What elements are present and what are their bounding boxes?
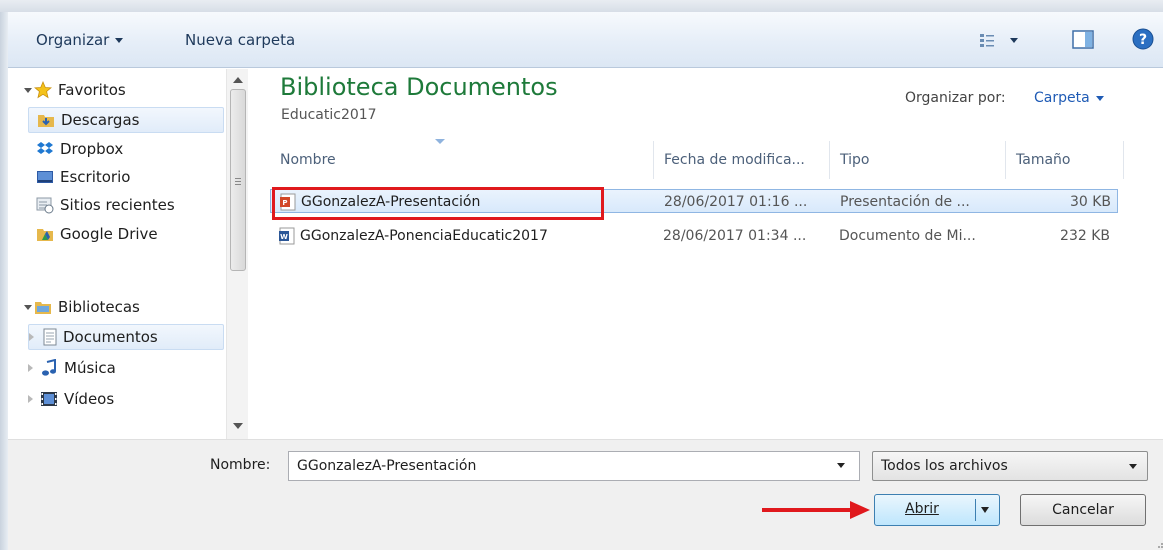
navigation-pane: Favoritos Descargas Dropbox Escritorio S… — [8, 69, 248, 439]
open-button[interactable]: Abrir — [874, 494, 1000, 526]
file-date: 28/06/2017 01:34 ... — [663, 228, 807, 244]
library-title: Biblioteca Documentos — [280, 73, 558, 101]
expand-triangle-icon — [28, 395, 33, 403]
open-file-dialog: Organizar Nueva carpeta ? Favoritos Desc… — [0, 0, 1163, 550]
command-bar: Organizar Nueva carpeta ? — [8, 12, 1163, 68]
grip-icon — [235, 178, 241, 179]
file-row[interactable]: W GGonzalezA-PonenciaEducatic2017 28/06/… — [270, 224, 1118, 248]
documents-icon — [43, 328, 57, 346]
svg-text:?: ? — [1139, 32, 1147, 48]
filename-label: Nombre: — [210, 457, 271, 473]
downloads-folder-icon — [38, 115, 54, 127]
libraries-icon — [35, 302, 51, 314]
help-button[interactable]: ? — [1132, 28, 1154, 50]
expand-triangle-icon — [28, 364, 33, 372]
nav-group-label: Bibliotecas — [58, 298, 140, 316]
dropbox-icon — [37, 142, 53, 154]
open-button-label: Abrir — [905, 501, 939, 517]
sidebar-item-musica[interactable]: Música — [8, 355, 223, 381]
file-type-filter[interactable]: Todos los archivos — [872, 451, 1148, 481]
dialog-footer: Nombre: GGonzalezA-Presentación Todos lo… — [8, 439, 1163, 550]
google-drive-icon — [37, 229, 53, 241]
collapse-triangle-icon — [24, 305, 32, 310]
sidebar-item-label: Documentos — [63, 328, 158, 346]
preview-pane-icon — [1072, 30, 1094, 49]
file-name: GGonzalezA-PonenciaEducatic2017 — [300, 228, 548, 244]
music-icon — [42, 359, 56, 376]
scroll-down-icon[interactable] — [233, 423, 243, 429]
annotation-arrow-icon — [762, 501, 870, 519]
file-date: 28/06/2017 01:16 ... — [664, 194, 808, 210]
file-size: 30 KB — [1069, 194, 1111, 210]
resize-grip-icon[interactable] — [1158, 540, 1163, 548]
svg-text:W: W — [280, 233, 288, 241]
column-headers: Nombre Fecha de modifica... Tipo Tamaño — [270, 141, 1150, 179]
sidebar-item-google-drive[interactable]: Google Drive — [8, 221, 223, 247]
view-options-button[interactable] — [978, 29, 1024, 51]
videos-icon — [41, 392, 57, 406]
sidebar-item-label: Escritorio — [60, 168, 131, 186]
file-list-pane: Biblioteca Documentos Educatic2017 Organ… — [250, 69, 1163, 439]
sidebar-item-dropbox[interactable]: Dropbox — [8, 136, 223, 162]
desktop-icon — [37, 171, 53, 183]
chevron-down-icon[interactable] — [837, 463, 845, 468]
chevron-down-icon — [1129, 464, 1137, 469]
sidebar-item-documentos[interactable]: Documentos — [28, 324, 224, 350]
sidebar-item-label: Descargas — [61, 111, 140, 129]
collapse-triangle-icon — [24, 88, 32, 93]
nav-scrollbar[interactable] — [226, 69, 248, 439]
sidebar-item-escritorio[interactable]: Escritorio — [8, 164, 223, 190]
organize-button[interactable]: Organizar — [36, 29, 124, 51]
sidebar-item-label: Música — [64, 359, 116, 377]
word-file-icon: W — [279, 227, 295, 245]
sidebar-item-sitios-recientes[interactable]: Sitios recientes — [8, 192, 223, 218]
arrange-by-value: Carpeta — [1034, 90, 1090, 106]
open-options-dropdown-icon[interactable] — [981, 507, 989, 513]
annotation-highlight-box — [272, 187, 604, 220]
column-header-tamano[interactable]: Tamaño — [1006, 141, 1124, 179]
library-subtitle: Educatic2017 — [281, 107, 377, 123]
organize-label: Organizar — [36, 31, 110, 49]
sidebar-item-label: Dropbox — [60, 140, 124, 158]
column-header-nombre[interactable]: Nombre — [270, 141, 654, 179]
nav-group-bibliotecas[interactable]: Bibliotecas — [8, 294, 223, 320]
star-icon — [34, 81, 52, 99]
nav-group-label: Favoritos — [58, 81, 126, 99]
split-button-divider — [975, 499, 976, 521]
recent-places-icon — [36, 197, 54, 214]
sidebar-item-descargas[interactable]: Descargas — [28, 107, 224, 133]
column-header-fecha[interactable]: Fecha de modifica... — [654, 141, 830, 179]
help-icon: ? — [1132, 28, 1154, 50]
sidebar-item-videos[interactable]: Vídeos — [8, 386, 223, 412]
scrollbar-thumb[interactable] — [230, 89, 246, 271]
nav-group-favoritos[interactable]: Favoritos — [8, 77, 223, 103]
sidebar-item-label: Google Drive — [60, 225, 158, 243]
arrange-by-label: Organizar por: — [905, 90, 1006, 106]
sidebar-item-label: Vídeos — [64, 390, 115, 408]
arrange-by-dropdown[interactable]: Carpeta — [1034, 90, 1104, 106]
view-options-icon — [980, 34, 1018, 47]
preview-pane-button[interactable] — [1072, 30, 1096, 50]
chevron-down-icon — [115, 38, 124, 43]
file-type-filter-value: Todos los archivos — [881, 458, 1008, 474]
chevron-down-icon — [1095, 95, 1104, 101]
sidebar-item-label: Sitios recientes — [60, 196, 175, 214]
window-top-edge — [0, 0, 1163, 12]
column-header-tipo[interactable]: Tipo — [830, 141, 1006, 179]
scroll-up-icon[interactable] — [233, 77, 243, 83]
expand-triangle-icon — [29, 333, 34, 341]
file-type: Documento de Mi... — [839, 228, 976, 244]
window-left-edge — [0, 12, 8, 550]
filename-input[interactable]: GGonzalezA-Presentación — [288, 451, 860, 481]
file-size: 232 KB — [1060, 228, 1110, 244]
cancel-button[interactable]: Cancelar — [1020, 494, 1146, 526]
new-folder-button[interactable]: Nueva carpeta — [185, 29, 295, 51]
file-type: Presentación de ... — [840, 194, 970, 210]
